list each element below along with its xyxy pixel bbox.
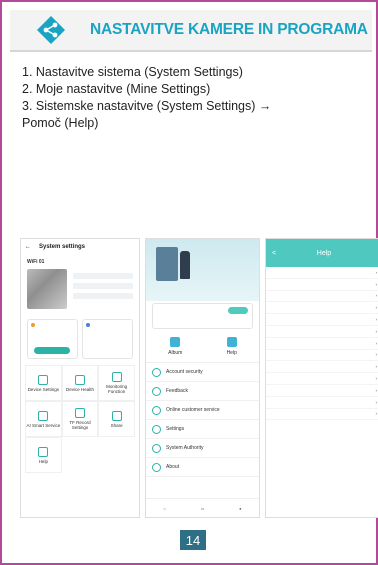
messages-tab-icon: ▭ <box>200 505 205 511</box>
grid-item-tf-record-settings: TF Record Settings <box>61 401 99 437</box>
menu-item-account-security: Account security <box>146 363 259 382</box>
mine-tab-icon: ● <box>239 505 242 511</box>
grid-item-device-health: Device Health <box>61 365 99 401</box>
menu-item-system-authority: System Authority <box>146 439 259 458</box>
grid-item-share: Share <box>98 401 135 437</box>
help-topic: › <box>266 385 378 397</box>
wifi-label: WiFi 01 <box>27 259 45 265</box>
instruction-steps: 1. Nastavitve sistema (System Settings) … <box>22 64 362 132</box>
page-frame: NASTAVITVE KAMERE IN PROGRAMA 1. Nastavi… <box>0 0 378 565</box>
profile-banner <box>146 239 259 301</box>
home-tab-icon: ⌂ <box>163 505 166 511</box>
menu-item-online-customer-service: Online customer service <box>146 401 259 420</box>
album-help-row: Album Help <box>146 331 259 363</box>
album-shortcut: Album <box>168 337 182 356</box>
back-arrow-icon: ← <box>25 244 31 250</box>
help-header: < Help <box>266 239 378 267</box>
menu-item-feedback: Feedback <box>146 382 259 401</box>
step-2: 2. Moje nastavitve (Mine Settings) <box>22 82 211 96</box>
grid-item-monitoring-function: Monitoring Function <box>98 365 135 401</box>
settings-grid: Device Settings Device Health Monitoring… <box>21 359 139 473</box>
help-topic: › <box>266 361 378 374</box>
page-number: 14 <box>180 530 206 550</box>
menu-item-about: About <box>146 458 259 477</box>
step-3: 3. Sistemske nastavitve (System Settings… <box>22 99 272 113</box>
camera-info <box>21 269 139 309</box>
menu-item-settings: Settings <box>146 420 259 439</box>
help-topic: › <box>266 350 378 362</box>
help-screenshot: < Help › › › › › › › › › › › › › <box>265 238 378 518</box>
system-settings-screenshot: ← System settings WiFi 01 Device Setting… <box>20 238 140 518</box>
system-settings-header: ← System settings <box>21 239 139 255</box>
back-chevron-icon: < <box>272 249 277 257</box>
help-title: Help <box>316 249 332 257</box>
bottom-tab-bar: ⌂ ▭ ● <box>146 498 259 517</box>
system-settings-title: System settings <box>39 244 86 250</box>
grid-item-device-settings: Device Settings <box>25 365 62 401</box>
grid-item-ai-smart-service: AI Smart Service <box>25 401 62 437</box>
help-topic: › <box>266 267 378 279</box>
help-topic: › <box>266 373 378 385</box>
page-title: NASTAVITVE KAMERE IN PROGRAMA <box>90 21 368 38</box>
help-topic: › <box>266 302 378 315</box>
help-topic: › <box>266 279 378 291</box>
share-icon <box>37 16 65 44</box>
section-header: NASTAVITVE KAMERE IN PROGRAMA <box>10 10 372 52</box>
step-3-continued: Pomoč (Help) <box>22 116 99 130</box>
cloud-storage-package <box>152 303 253 329</box>
help-topic: › <box>266 338 378 350</box>
notification-settings-card <box>82 319 133 359</box>
help-topic: › <box>266 314 378 326</box>
help-topic: › <box>266 409 378 421</box>
help-topic: › <box>266 397 378 409</box>
help-shortcut: Help <box>227 337 237 356</box>
mine-settings-screenshot: Album Help Account security Feedback Onl… <box>145 238 260 518</box>
help-topic: › <box>266 291 378 303</box>
service-cards <box>21 309 139 359</box>
help-topic-list: › › › › › › › › › › › › › <box>266 267 378 421</box>
camera-thumbnail <box>27 269 67 309</box>
help-topic: › <box>266 326 378 338</box>
step-1: 1. Nastavitve sistema (System Settings) <box>22 65 243 79</box>
grid-item-help: Help <box>25 437 62 473</box>
cloud-storage-card <box>27 319 78 359</box>
